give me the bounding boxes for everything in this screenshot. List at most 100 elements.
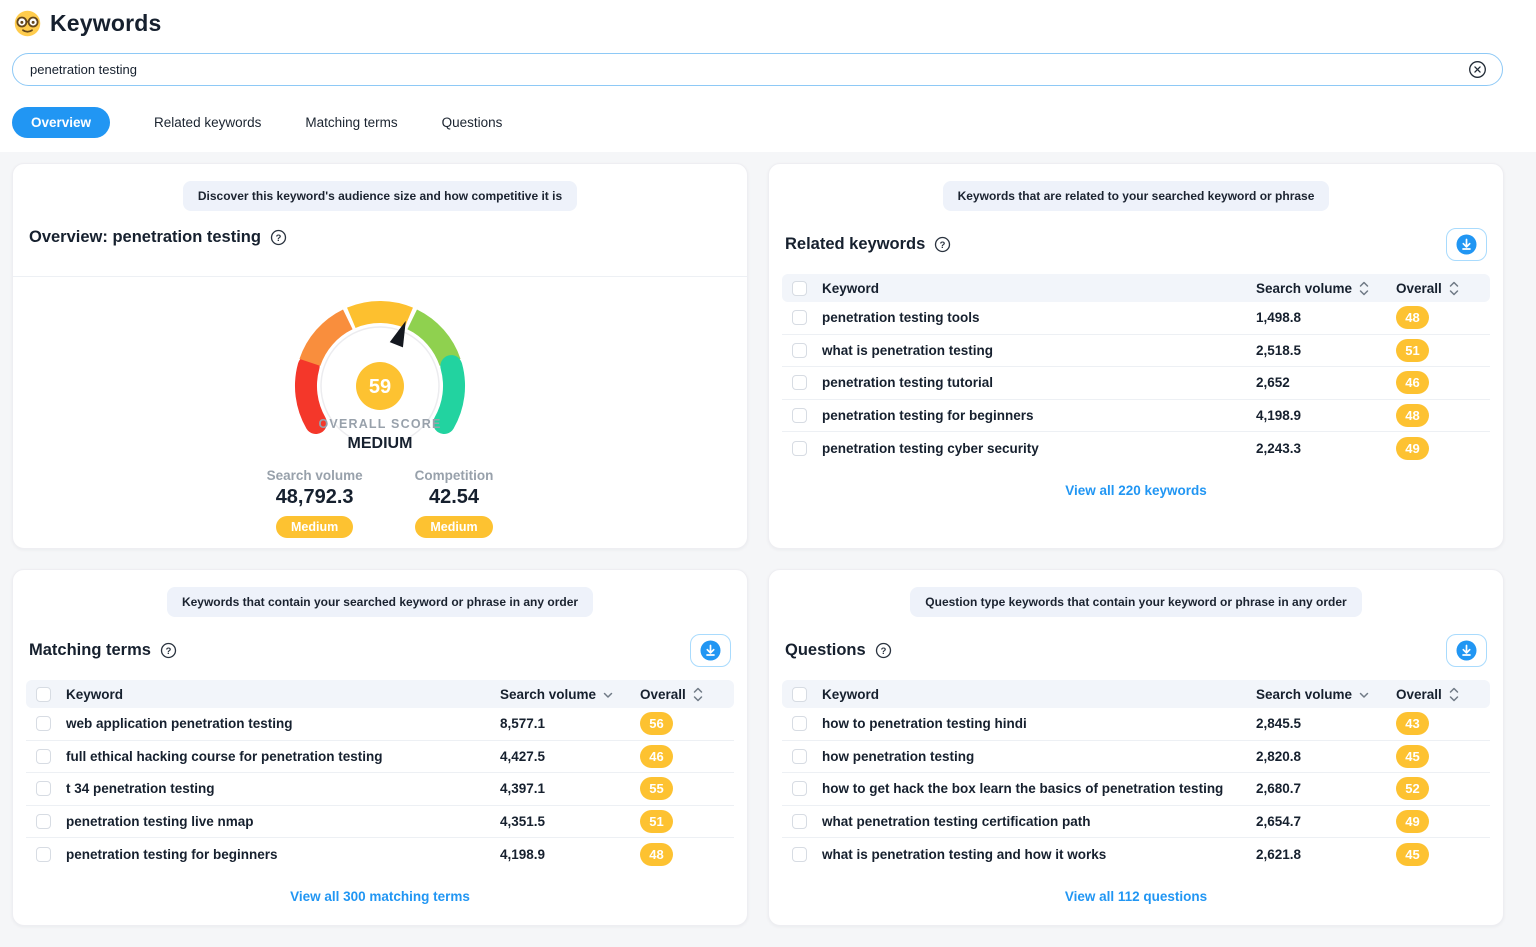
keyword-cell: what penetration testing certification p… [822,814,1256,829]
search-volume-cell: 2,518.5 [1256,343,1396,358]
row-checkbox[interactable] [36,814,51,829]
tab-bar: Overview Related keywords Matching terms… [18,107,1504,138]
keyword-column-header: Keyword [822,687,1256,702]
overview-panel-title: Overview: penetration testing ? [29,228,287,247]
overall-score-badge: 48 [640,843,673,866]
gauge-segment-green [444,366,454,423]
overall-score-badge: 55 [640,777,673,800]
search-input[interactable] [28,61,1468,78]
overview-panel: Discover this keyword's audience size an… [12,163,748,549]
row-checkbox[interactable] [792,716,807,731]
dashboard-grid: Discover this keyword's audience size an… [0,152,1536,947]
row-checkbox[interactable] [792,749,807,764]
download-icon [1456,234,1477,255]
search-volume-cell: 1,498.8 [1256,310,1396,325]
view-all-link[interactable]: View all 300 matching terms [290,889,470,904]
download-button[interactable] [1446,634,1487,667]
table-header: Keyword Search volume Overall [26,680,734,708]
table-row[interactable]: t 34 penetration testing4,397.155 [26,773,734,806]
row-checkbox[interactable] [36,781,51,796]
row-checkbox[interactable] [36,716,51,731]
table-row[interactable]: penetration testing for beginners4,198.9… [782,400,1490,433]
select-all-checkbox[interactable] [792,281,807,296]
table-row[interactable]: how penetration testing2,820.845 [782,741,1490,774]
table-row[interactable]: penetration testing tutorial2,65246 [782,367,1490,400]
gauge-score-value: 59 [369,376,391,398]
search-volume-column-header[interactable]: Search volume [500,687,640,702]
gauge-segment-red [306,366,316,423]
row-checkbox[interactable] [792,847,807,862]
keyword-cell: web application penetration testing [66,716,500,731]
sort-both-icon [1449,687,1459,702]
search-volume-cell: 2,680.7 [1256,781,1396,796]
overall-score-badge: 49 [1396,810,1429,833]
table-row[interactable]: what penetration testing certification p… [782,806,1490,839]
circle-x-icon [1468,60,1487,79]
row-checkbox[interactable] [792,375,807,390]
search-volume-cell: 8,577.1 [500,716,640,731]
tab-overview[interactable]: Overview [12,107,110,138]
sort-desc-icon [1359,687,1369,702]
tab-related-keywords[interactable]: Related keywords [154,115,261,130]
select-all-checkbox[interactable] [36,687,51,702]
row-checkbox[interactable] [792,408,807,423]
tab-questions[interactable]: Questions [442,115,503,130]
keyword-column-header: Keyword [66,687,500,702]
keyword-search-bar [12,53,1503,86]
search-volume-cell: 2,243.3 [1256,441,1396,456]
table-row[interactable]: how to get hack the box learn the basics… [782,773,1490,806]
overall-score-badge: 45 [1396,745,1429,768]
table-row[interactable]: what is penetration testing2,518.551 [782,335,1490,368]
table-row[interactable]: penetration testing for beginners4,198.9… [26,838,734,871]
search-volume-column-header[interactable]: Search volume [1256,687,1396,702]
overall-column-header[interactable]: Overall [1396,687,1480,702]
table-row[interactable]: penetration testing tools1,498.848 [782,302,1490,335]
competition-stat: Competition 42.54 Medium [415,468,494,538]
nerd-face-emoji-icon [14,10,41,37]
sort-both-icon [693,687,703,702]
help-icon[interactable]: ? [270,229,287,246]
svg-text:?: ? [940,240,946,251]
row-checkbox[interactable] [792,441,807,456]
row-checkbox[interactable] [792,814,807,829]
search-volume-column-header[interactable]: Search volume [1256,281,1396,296]
overall-column-header[interactable]: Overall [640,687,724,702]
search-volume-cell: 4,427.5 [500,749,640,764]
search-volume-cell: 2,654.7 [1256,814,1396,829]
download-button[interactable] [690,634,731,667]
help-icon[interactable]: ? [160,642,177,659]
keyword-cell: penetration testing tutorial [822,375,1256,390]
row-checkbox[interactable] [36,749,51,764]
row-checkbox[interactable] [792,310,807,325]
row-checkbox[interactable] [36,847,51,862]
table-row[interactable]: penetration testing cyber security2,243.… [782,432,1490,465]
search-volume-cell: 4,397.1 [500,781,640,796]
row-checkbox[interactable] [792,343,807,358]
status-badge: Medium [276,516,353,538]
download-button[interactable] [1446,228,1487,261]
table-body: how to penetration testing hindi2,845.54… [782,708,1490,871]
overall-column-header[interactable]: Overall [1396,281,1480,296]
questions-panel-title: Questions ? [785,641,892,660]
overall-score-badge: 49 [1396,437,1429,460]
keyword-cell: what is penetration testing [822,343,1256,358]
row-checkbox[interactable] [792,781,807,796]
table-row[interactable]: how to penetration testing hindi2,845.54… [782,708,1490,741]
table-body: penetration testing tools1,498.848what i… [782,302,1490,465]
search-volume-cell: 2,820.8 [1256,749,1396,764]
help-icon[interactable]: ? [875,642,892,659]
select-all-checkbox[interactable] [792,687,807,702]
keyword-cell: how penetration testing [822,749,1256,764]
clear-search-button[interactable] [1468,60,1487,79]
table-row[interactable]: web application penetration testing8,577… [26,708,734,741]
table-row[interactable]: penetration testing live nmap4,351.551 [26,806,734,839]
table-row[interactable]: what is penetration testing and how it w… [782,838,1490,871]
overall-score-level: MEDIUM [348,435,413,453]
table-row[interactable]: full ethical hacking course for penetrat… [26,741,734,774]
view-all-link[interactable]: View all 220 keywords [1065,483,1207,498]
questions-hint: Question type keywords that contain your… [910,587,1361,617]
tab-matching-terms[interactable]: Matching terms [305,115,397,130]
help-icon[interactable]: ? [934,236,951,253]
view-all-link[interactable]: View all 112 questions [1065,889,1207,904]
svg-text:?: ? [166,646,172,657]
